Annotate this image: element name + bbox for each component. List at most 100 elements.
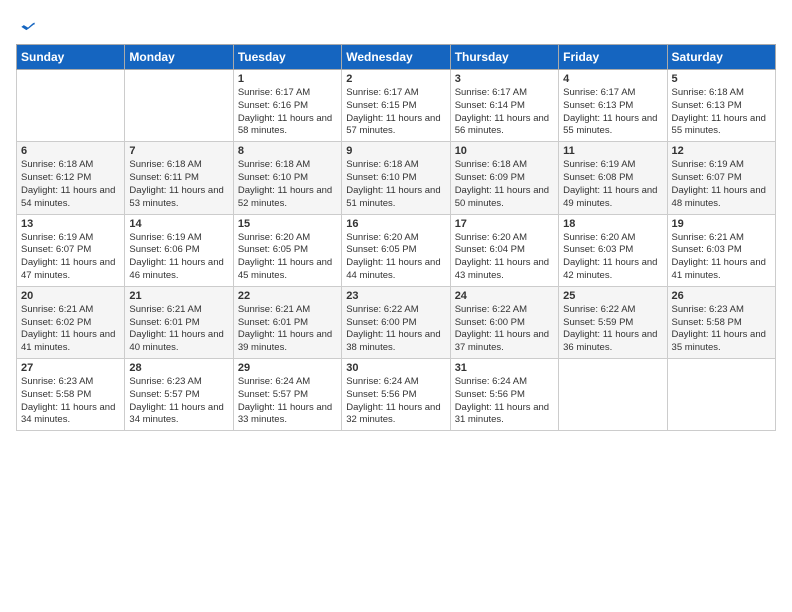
day-info: Sunrise: 6:22 AM Sunset: 6:00 PM Dayligh… bbox=[455, 304, 554, 355]
day-info: Sunrise: 6:17 AM Sunset: 6:16 PM Dayligh… bbox=[238, 87, 337, 138]
calendar-cell: 6Sunrise: 6:18 AM Sunset: 6:12 PM Daylig… bbox=[17, 142, 125, 214]
calendar-cell: 11 Sunrise: 6:19 AM Sunset: 6:08 PM Dayli… bbox=[559, 142, 667, 214]
day-info: Sunrise: 6:18 AM Sunset: 6:11 PM Dayligh… bbox=[129, 159, 228, 210]
calendar-cell: 21Sunrise: 6:21 AM Sunset: 6:01 PM Dayli… bbox=[125, 286, 233, 358]
day-info: Sunrise: 6:18 AM Sunset: 6:13 PM Dayligh… bbox=[672, 87, 771, 138]
calendar-cell bbox=[17, 70, 125, 142]
day-number: 20 bbox=[21, 290, 120, 302]
calendar-cell: 22 Sunrise: 6:21 AM Sunset: 6:01 PM Dayli… bbox=[233, 286, 341, 358]
calendar-cell: 17Sunrise: 6:20 AM Sunset: 6:04 PM Dayli… bbox=[450, 214, 558, 286]
calendar-header-wednesday: Wednesday bbox=[342, 45, 450, 70]
day-number: 24 bbox=[455, 290, 554, 302]
calendar-week-row: 6Sunrise: 6:18 AM Sunset: 6:12 PM Daylig… bbox=[17, 142, 776, 214]
day-number: 11 bbox=[563, 145, 662, 157]
day-number: 8 bbox=[238, 145, 337, 157]
calendar-cell bbox=[125, 70, 233, 142]
calendar-header-friday: Friday bbox=[559, 45, 667, 70]
day-info: Sunrise: 6:21 AM Sunset: 6:02 PM Dayligh… bbox=[21, 304, 120, 355]
calendar-week-row: 1 Sunrise: 6:17 AM Sunset: 6:16 PM Daylig… bbox=[17, 70, 776, 142]
day-number: 16 bbox=[346, 218, 445, 230]
day-info: Sunrise: 6:22 AM Sunset: 5:59 PM Dayligh… bbox=[563, 304, 662, 355]
day-info: Sunrise: 6:20 AM Sunset: 6:05 PM Dayligh… bbox=[346, 232, 445, 283]
calendar-header-sunday: Sunday bbox=[17, 45, 125, 70]
calendar-header-monday: Monday bbox=[125, 45, 233, 70]
day-number: 19 bbox=[672, 218, 771, 230]
calendar-cell: 30 Sunrise: 6:24 AM Sunset: 5:56 PM Dayli… bbox=[342, 359, 450, 431]
calendar-cell: 18 Sunrise: 6:20 AM Sunset: 6:03 PM Dayli… bbox=[559, 214, 667, 286]
day-number: 4 bbox=[563, 73, 662, 85]
day-number: 18 bbox=[563, 218, 662, 230]
day-number: 31 bbox=[455, 362, 554, 374]
calendar-cell: 19 Sunrise: 6:21 AM Sunset: 6:03 PM Dayli… bbox=[667, 214, 775, 286]
calendar-header-saturday: Saturday bbox=[667, 45, 775, 70]
day-info: Sunrise: 6:19 AM Sunset: 6:06 PM Dayligh… bbox=[129, 232, 228, 283]
day-info: Sunrise: 6:20 AM Sunset: 6:03 PM Dayligh… bbox=[563, 232, 662, 283]
calendar-table: SundayMondayTuesdayWednesdayThursdayFrid… bbox=[16, 44, 776, 431]
day-number: 28 bbox=[129, 362, 228, 374]
calendar-week-row: 27Sunrise: 6:23 AM Sunset: 5:58 PM Dayli… bbox=[17, 359, 776, 431]
calendar-cell bbox=[559, 359, 667, 431]
day-number: 22 bbox=[238, 290, 337, 302]
calendar-cell: 4 Sunrise: 6:17 AM Sunset: 6:13 PM Daylig… bbox=[559, 70, 667, 142]
calendar-cell: 25Sunrise: 6:22 AM Sunset: 5:59 PM Dayli… bbox=[559, 286, 667, 358]
calendar-cell: 9Sunrise: 6:18 AM Sunset: 6:10 PM Daylig… bbox=[342, 142, 450, 214]
day-number: 1 bbox=[238, 73, 337, 85]
calendar-cell: 7 Sunrise: 6:18 AM Sunset: 6:11 PM Daylig… bbox=[125, 142, 233, 214]
calendar-cell: 31Sunrise: 6:24 AM Sunset: 5:56 PM Dayli… bbox=[450, 359, 558, 431]
day-info: Sunrise: 6:18 AM Sunset: 6:10 PM Dayligh… bbox=[238, 159, 337, 210]
day-number: 5 bbox=[672, 73, 771, 85]
day-number: 2 bbox=[346, 73, 445, 85]
calendar-cell: 15 Sunrise: 6:20 AM Sunset: 6:05 PM Dayli… bbox=[233, 214, 341, 286]
day-info: Sunrise: 6:24 AM Sunset: 5:56 PM Dayligh… bbox=[346, 376, 445, 427]
calendar-cell: 8 Sunrise: 6:18 AM Sunset: 6:10 PM Daylig… bbox=[233, 142, 341, 214]
day-info: Sunrise: 6:19 AM Sunset: 6:08 PM Dayligh… bbox=[563, 159, 662, 210]
calendar-cell: 16 Sunrise: 6:20 AM Sunset: 6:05 PM Dayli… bbox=[342, 214, 450, 286]
calendar-cell: 5 Sunrise: 6:18 AM Sunset: 6:13 PM Daylig… bbox=[667, 70, 775, 142]
day-number: 29 bbox=[238, 362, 337, 374]
calendar-cell: 13 Sunrise: 6:19 AM Sunset: 6:07 PM Dayli… bbox=[17, 214, 125, 286]
day-info: Sunrise: 6:17 AM Sunset: 6:13 PM Dayligh… bbox=[563, 87, 662, 138]
day-info: Sunrise: 6:21 AM Sunset: 6:01 PM Dayligh… bbox=[238, 304, 337, 355]
calendar-cell: 29Sunrise: 6:24 AM Sunset: 5:57 PM Dayli… bbox=[233, 359, 341, 431]
calendar-cell: 26 Sunrise: 6:23 AM Sunset: 5:58 PM Dayli… bbox=[667, 286, 775, 358]
calendar-cell: 14 Sunrise: 6:19 AM Sunset: 6:06 PM Dayli… bbox=[125, 214, 233, 286]
calendar-cell: 10 Sunrise: 6:18 AM Sunset: 6:09 PM Dayli… bbox=[450, 142, 558, 214]
calendar-cell: 1 Sunrise: 6:17 AM Sunset: 6:16 PM Daylig… bbox=[233, 70, 341, 142]
calendar-week-row: 20 Sunrise: 6:21 AM Sunset: 6:02 PM Dayli… bbox=[17, 286, 776, 358]
day-info: Sunrise: 6:21 AM Sunset: 6:03 PM Dayligh… bbox=[672, 232, 771, 283]
day-number: 30 bbox=[346, 362, 445, 374]
day-info: Sunrise: 6:18 AM Sunset: 6:09 PM Dayligh… bbox=[455, 159, 554, 210]
day-number: 21 bbox=[129, 290, 228, 302]
day-info: Sunrise: 6:19 AM Sunset: 6:07 PM Dayligh… bbox=[672, 159, 771, 210]
day-info: Sunrise: 6:20 AM Sunset: 6:04 PM Dayligh… bbox=[455, 232, 554, 283]
day-number: 7 bbox=[129, 145, 228, 157]
calendar-header-thursday: Thursday bbox=[450, 45, 558, 70]
calendar-cell: 27Sunrise: 6:23 AM Sunset: 5:58 PM Dayli… bbox=[17, 359, 125, 431]
calendar-cell: 23Sunrise: 6:22 AM Sunset: 6:00 PM Dayli… bbox=[342, 286, 450, 358]
calendar-header-row: SundayMondayTuesdayWednesdayThursdayFrid… bbox=[17, 45, 776, 70]
calendar-cell: 24 Sunrise: 6:22 AM Sunset: 6:00 PM Dayli… bbox=[450, 286, 558, 358]
calendar-cell: 20 Sunrise: 6:21 AM Sunset: 6:02 PM Dayli… bbox=[17, 286, 125, 358]
day-info: Sunrise: 6:18 AM Sunset: 6:10 PM Dayligh… bbox=[346, 159, 445, 210]
day-info: Sunrise: 6:19 AM Sunset: 6:07 PM Dayligh… bbox=[21, 232, 120, 283]
day-info: Sunrise: 6:22 AM Sunset: 6:00 PM Dayligh… bbox=[346, 304, 445, 355]
day-number: 13 bbox=[21, 218, 120, 230]
day-info: Sunrise: 6:20 AM Sunset: 6:05 PM Dayligh… bbox=[238, 232, 337, 283]
calendar-week-row: 13 Sunrise: 6:19 AM Sunset: 6:07 PM Dayli… bbox=[17, 214, 776, 286]
day-info: Sunrise: 6:17 AM Sunset: 6:15 PM Dayligh… bbox=[346, 87, 445, 138]
calendar-cell: 28 Sunrise: 6:23 AM Sunset: 5:57 PM Dayli… bbox=[125, 359, 233, 431]
day-number: 14 bbox=[129, 218, 228, 230]
day-info: Sunrise: 6:23 AM Sunset: 5:58 PM Dayligh… bbox=[21, 376, 120, 427]
logo-bird-icon bbox=[18, 16, 38, 36]
day-number: 10 bbox=[455, 145, 554, 157]
logo bbox=[16, 16, 38, 36]
calendar-cell: 12Sunrise: 6:19 AM Sunset: 6:07 PM Dayli… bbox=[667, 142, 775, 214]
calendar-header-tuesday: Tuesday bbox=[233, 45, 341, 70]
day-info: Sunrise: 6:17 AM Sunset: 6:14 PM Dayligh… bbox=[455, 87, 554, 138]
calendar-cell: 2 Sunrise: 6:17 AM Sunset: 6:15 PM Daylig… bbox=[342, 70, 450, 142]
day-info: Sunrise: 6:23 AM Sunset: 5:58 PM Dayligh… bbox=[672, 304, 771, 355]
day-info: Sunrise: 6:18 AM Sunset: 6:12 PM Dayligh… bbox=[21, 159, 120, 210]
day-info: Sunrise: 6:23 AM Sunset: 5:57 PM Dayligh… bbox=[129, 376, 228, 427]
day-number: 26 bbox=[672, 290, 771, 302]
day-number: 15 bbox=[238, 218, 337, 230]
